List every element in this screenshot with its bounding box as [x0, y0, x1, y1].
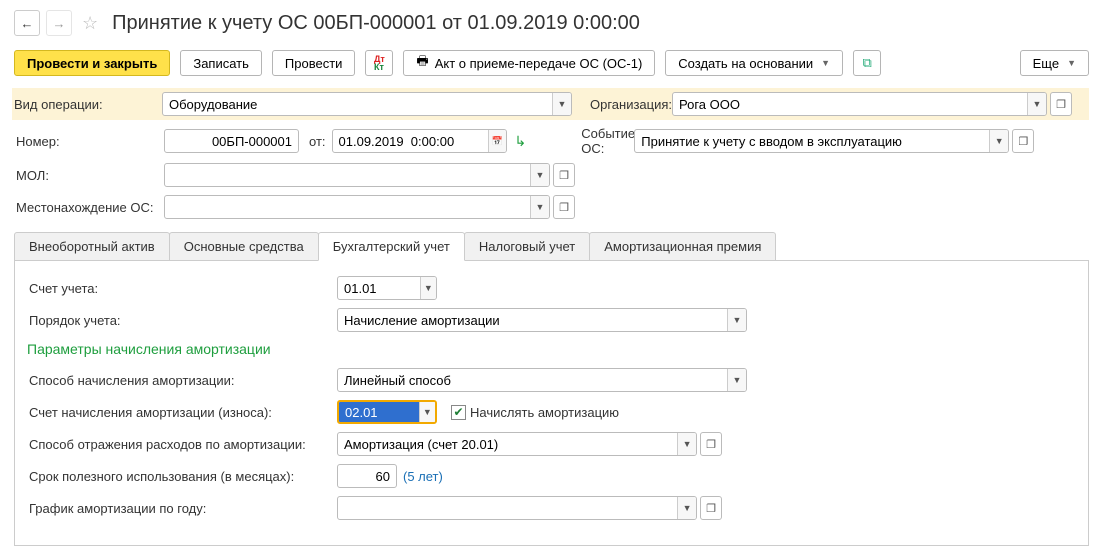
related-icon: ⧉: [862, 55, 871, 71]
mol-open-button[interactable]: ❐: [553, 163, 575, 187]
tab-body-accounting: Счет учета: ▼ Порядок учета: ▼ Параметры…: [14, 261, 1089, 546]
more-label: Еще: [1033, 56, 1059, 71]
act-os1-label: Акт о приеме-передаче ОС (ОС-1): [435, 56, 643, 71]
num-input[interactable]: [165, 130, 298, 152]
account-label: Счет учета:: [27, 281, 337, 296]
chevron-down-icon: ▼: [1067, 58, 1076, 68]
op-type-input[interactable]: [163, 93, 552, 115]
from-label: от:: [309, 134, 326, 149]
exp-method-dropdown-button[interactable]: ▼: [677, 433, 696, 455]
order-label: Порядок учета:: [27, 313, 337, 328]
order-input[interactable]: [338, 309, 727, 331]
charge-depreciation-label: Начислять амортизацию: [470, 405, 619, 420]
printer-icon: 🖶: [416, 52, 428, 74]
favorite-star-icon[interactable]: ☆: [82, 13, 98, 34]
mol-dropdown-button[interactable]: ▼: [530, 164, 549, 186]
method-input[interactable]: [338, 369, 727, 391]
tabs: Внеоборотный актив Основные средства Бух…: [14, 232, 1089, 261]
method-dropdown-button[interactable]: ▼: [727, 369, 746, 391]
charge-depreciation-checkbox[interactable]: ✔ Начислять амортизацию: [451, 405, 619, 420]
check-icon: ✔: [451, 405, 466, 420]
org-label: Организация:: [572, 97, 672, 112]
nav-back-button[interactable]: ←: [14, 10, 40, 36]
org-open-button[interactable]: ❐: [1050, 92, 1072, 116]
dtkt-icon: ДтКт: [374, 55, 385, 71]
nav-forward-button[interactable]: →: [46, 10, 72, 36]
order-dropdown-button[interactable]: ▼: [727, 309, 746, 331]
post-button[interactable]: Провести: [272, 50, 356, 76]
tab-fixed-assets[interactable]: Основные средства: [169, 232, 319, 260]
mol-label: МОЛ:: [14, 168, 164, 183]
sched-label: График амортизации по году:: [27, 501, 337, 516]
org-dropdown-button[interactable]: ▼: [1027, 93, 1046, 115]
life-input[interactable]: [338, 465, 396, 487]
tab-tax-accounting[interactable]: Налоговый учет: [464, 232, 590, 260]
arrow-left-icon: ←: [21, 16, 34, 31]
apply-date-icon[interactable]: ↳: [515, 133, 527, 150]
depreciation-section-title: Параметры начисления амортизации: [27, 341, 1076, 357]
op-type-label: Вид операции:: [12, 97, 162, 112]
dep-account-label: Счет начисления амортизации (износа):: [27, 405, 337, 420]
loc-label: Местонахождение ОС:: [14, 200, 164, 215]
account-dropdown-button[interactable]: ▼: [420, 277, 436, 299]
sched-open-button[interactable]: ❐: [700, 496, 722, 520]
create-on-basis-button[interactable]: Создать на основании ▼: [665, 50, 843, 76]
exp-method-open-button[interactable]: ❐: [700, 432, 722, 456]
life-hint-link[interactable]: (5 лет): [403, 469, 443, 484]
create-on-basis-label: Создать на основании: [678, 56, 813, 71]
loc-open-button[interactable]: ❐: [553, 195, 575, 219]
tab-depreciation-bonus[interactable]: Амортизационная премия: [589, 232, 776, 260]
event-label: Событие ОС:: [526, 126, 634, 156]
sched-dropdown-button[interactable]: ▼: [677, 497, 696, 519]
toolbar: Провести и закрыть Записать Провести ДтК…: [14, 50, 1089, 76]
event-open-button[interactable]: ❐: [1012, 129, 1034, 153]
tab-noncurrent-asset[interactable]: Внеоборотный актив: [14, 232, 170, 260]
act-os1-button[interactable]: 🖶 Акт о приеме-передаче ОС (ОС-1): [403, 50, 655, 76]
event-input[interactable]: [635, 130, 989, 152]
chevron-down-icon: ▼: [821, 58, 830, 68]
more-button[interactable]: Еще ▼: [1020, 50, 1089, 76]
tab-accounting[interactable]: Бухгалтерский учет: [318, 232, 465, 261]
date-calendar-button[interactable]: 📅: [488, 130, 506, 152]
loc-input[interactable]: [165, 196, 530, 218]
method-label: Способ начисления амортизации:: [27, 373, 337, 388]
related-button[interactable]: ⧉: [853, 50, 881, 76]
post-and-close-button[interactable]: Провести и закрыть: [14, 50, 170, 76]
event-dropdown-button[interactable]: ▼: [989, 130, 1008, 152]
save-button[interactable]: Записать: [180, 50, 262, 76]
exp-method-label: Способ отражения расходов по амортизации…: [27, 437, 337, 452]
dep-account-input[interactable]: [339, 402, 419, 422]
sched-input[interactable]: [338, 497, 677, 519]
dep-account-dropdown-button[interactable]: ▼: [419, 402, 435, 422]
page-title: Принятие к учету ОС 00БП-000001 от 01.09…: [112, 12, 640, 35]
mol-input[interactable]: [165, 164, 530, 186]
op-type-dropdown-button[interactable]: ▼: [552, 93, 571, 115]
loc-dropdown-button[interactable]: ▼: [530, 196, 549, 218]
dtkt-button[interactable]: ДтКт: [365, 50, 393, 76]
account-input[interactable]: [338, 277, 420, 299]
life-label: Срок полезного использования (в месяцах)…: [27, 469, 337, 484]
num-label: Номер:: [14, 134, 164, 149]
date-input[interactable]: [333, 130, 488, 152]
exp-method-input[interactable]: [338, 433, 677, 455]
arrow-right-icon: →: [53, 16, 66, 31]
org-input[interactable]: [673, 93, 1027, 115]
